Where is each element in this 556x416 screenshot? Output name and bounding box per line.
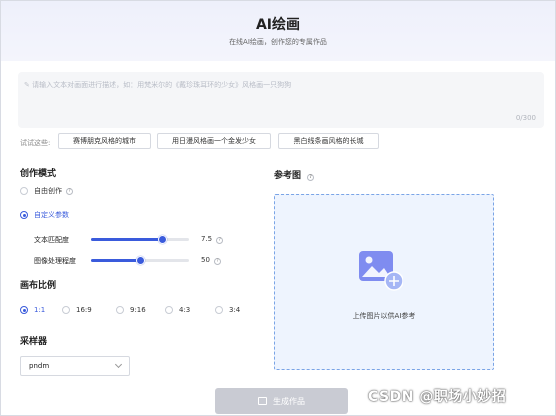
radio-selected-icon — [20, 306, 28, 314]
radio-selected-icon — [20, 211, 28, 219]
suggestion-chip-anime-girl[interactable]: 用日漫风格画一个金发少女 — [157, 133, 271, 149]
edit-icon: ✎ — [24, 81, 33, 89]
page-title: AI绘画 — [255, 17, 301, 33]
mode-option-custom[interactable]: 自定义参数 — [20, 210, 69, 220]
image-icon — [258, 397, 267, 405]
radio-icon — [215, 306, 223, 314]
slider-label-text-match: 文本匹配度 — [34, 236, 69, 244]
slider-text-match[interactable] — [91, 235, 189, 244]
ratio-option-16-9[interactable]: 16:9 — [62, 306, 92, 314]
ratio-option-3-4[interactable]: 3:4 — [215, 306, 240, 314]
chevron-down-icon — [114, 360, 123, 369]
slider-value-text-match: 7.5? — [201, 235, 224, 244]
mode-option-free[interactable]: 自由创作 ? — [20, 186, 73, 196]
help-icon[interactable]: ? — [213, 258, 221, 265]
help-icon[interactable]: ? — [307, 174, 315, 181]
help-icon[interactable]: ? — [66, 187, 73, 195]
ratio-label: 9:16 — [130, 306, 146, 314]
ratio-option-9-16[interactable]: 9:16 — [116, 306, 146, 314]
mode-option-label: 自定义参数 — [34, 211, 69, 219]
help-icon[interactable]: ? — [216, 237, 224, 244]
ratio-label: 3:4 — [229, 306, 241, 314]
radio-icon — [116, 306, 124, 314]
radio-icon — [62, 306, 70, 314]
page-subtitle: 在线AI绘画，创作您的专属作品 — [229, 38, 327, 46]
slider-label-image-process: 图像处理程度 — [34, 257, 76, 265]
char-counter: 0/300 — [515, 114, 536, 122]
sampler-value: pndm — [29, 362, 50, 370]
sampler-select[interactable]: pndm — [20, 356, 130, 376]
ratio-label: 4:3 — [179, 306, 191, 314]
slider-value-image-process: 50? — [201, 256, 221, 265]
slider-thumb[interactable] — [136, 256, 145, 265]
slider-thumb[interactable] — [158, 235, 167, 244]
upload-text: 上传图片以供AI参考 — [352, 312, 416, 320]
slider-image-process[interactable] — [91, 256, 189, 265]
slider-fill — [91, 238, 162, 241]
radio-icon — [165, 306, 173, 314]
ratio-title: 画布比例 — [20, 281, 57, 291]
sampler-title: 采样器 — [20, 337, 48, 347]
reference-upload-area[interactable]: 上传图片以供AI参考 — [274, 194, 494, 370]
prompt-placeholder: ✎ 请输入文本对画面进行描述，如：用梵米尔的《戴珍珠耳环的少女》风格画一只狗狗 — [24, 81, 292, 89]
reference-title: 参考图? — [274, 168, 315, 181]
radio-icon — [20, 187, 28, 195]
ratio-label: 1:1 — [34, 306, 46, 314]
generate-label: 生成作品 — [273, 396, 305, 406]
mode-option-label: 自由创作 — [34, 187, 62, 195]
slider-fill — [91, 259, 140, 262]
prompt-textarea[interactable]: ✎ 请输入文本对画面进行描述，如：用梵米尔的《戴珍珠耳环的少女》风格画一只狗狗 … — [18, 72, 544, 128]
suggestion-chip-great-wall[interactable]: 黑白线条画风格的长城 — [278, 133, 379, 149]
page-header: AI绘画 在线AI绘画，创作您的专属作品 — [1, 1, 555, 61]
generate-button[interactable]: 生成作品 — [215, 388, 348, 414]
suggestion-chip-cyberpunk[interactable]: 赛博朋克风格的城市 — [58, 133, 151, 149]
ratio-label: 16:9 — [76, 306, 92, 314]
mode-title: 创作模式 — [20, 169, 57, 179]
suggestions-label: 试试这些: — [20, 139, 51, 147]
upload-image-icon — [359, 251, 403, 291]
watermark: CSDN @职场小妙招 — [368, 389, 507, 405]
ratio-option-1-1[interactable]: 1:1 — [20, 306, 45, 314]
ratio-option-4-3[interactable]: 4:3 — [165, 306, 190, 314]
